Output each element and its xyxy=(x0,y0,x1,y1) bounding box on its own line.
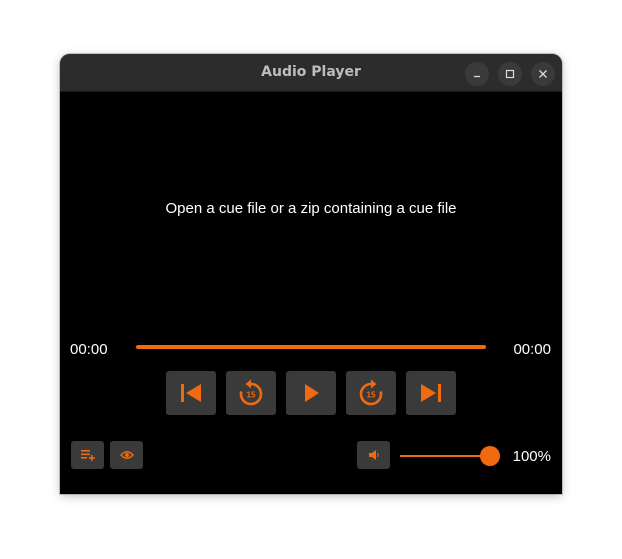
rewind-15-icon: 15 xyxy=(239,379,263,406)
forward-15-icon: 15 xyxy=(359,379,383,406)
queue-button[interactable] xyxy=(71,441,104,469)
maximize-button[interactable] xyxy=(498,62,522,86)
total-duration: 00:00 xyxy=(513,341,551,358)
elapsed-time: 00:00 xyxy=(70,341,108,358)
player-area: Open a cue file or a zip containing a cu… xyxy=(60,92,562,494)
volume-slider-track[interactable] xyxy=(400,455,492,457)
next-track-button[interactable] xyxy=(406,371,456,415)
minimize-icon xyxy=(474,75,480,78)
volume-percentage: 100% xyxy=(512,448,551,465)
close-icon xyxy=(539,70,547,78)
rewind-15-button[interactable]: 15 xyxy=(226,371,276,415)
skip-next-icon xyxy=(421,384,441,402)
eye-icon xyxy=(119,451,134,459)
volume-icon xyxy=(368,450,379,460)
visualizer-toggle-button[interactable] xyxy=(110,441,143,469)
rewind-seconds-label: 15 xyxy=(247,391,256,400)
empty-state-message: Open a cue file or a zip containing a cu… xyxy=(165,200,457,217)
previous-track-button[interactable] xyxy=(166,371,216,415)
playlist-add-icon xyxy=(80,450,95,461)
maximize-icon xyxy=(505,69,515,79)
seek-bar[interactable] xyxy=(136,345,486,349)
title-bar[interactable]: Audio Player xyxy=(60,54,562,92)
audio-player-window: Audio Player Open a cue file or a zip co… xyxy=(60,54,562,494)
minimize-button[interactable] xyxy=(465,62,489,86)
play-button[interactable] xyxy=(286,371,336,415)
skip-previous-icon xyxy=(181,384,201,402)
close-button[interactable] xyxy=(531,62,555,86)
forward-seconds-label: 15 xyxy=(367,391,376,400)
play-icon xyxy=(305,384,319,402)
mute-button[interactable] xyxy=(357,441,390,469)
forward-15-button[interactable]: 15 xyxy=(346,371,396,415)
volume-slider-handle[interactable] xyxy=(480,446,500,466)
